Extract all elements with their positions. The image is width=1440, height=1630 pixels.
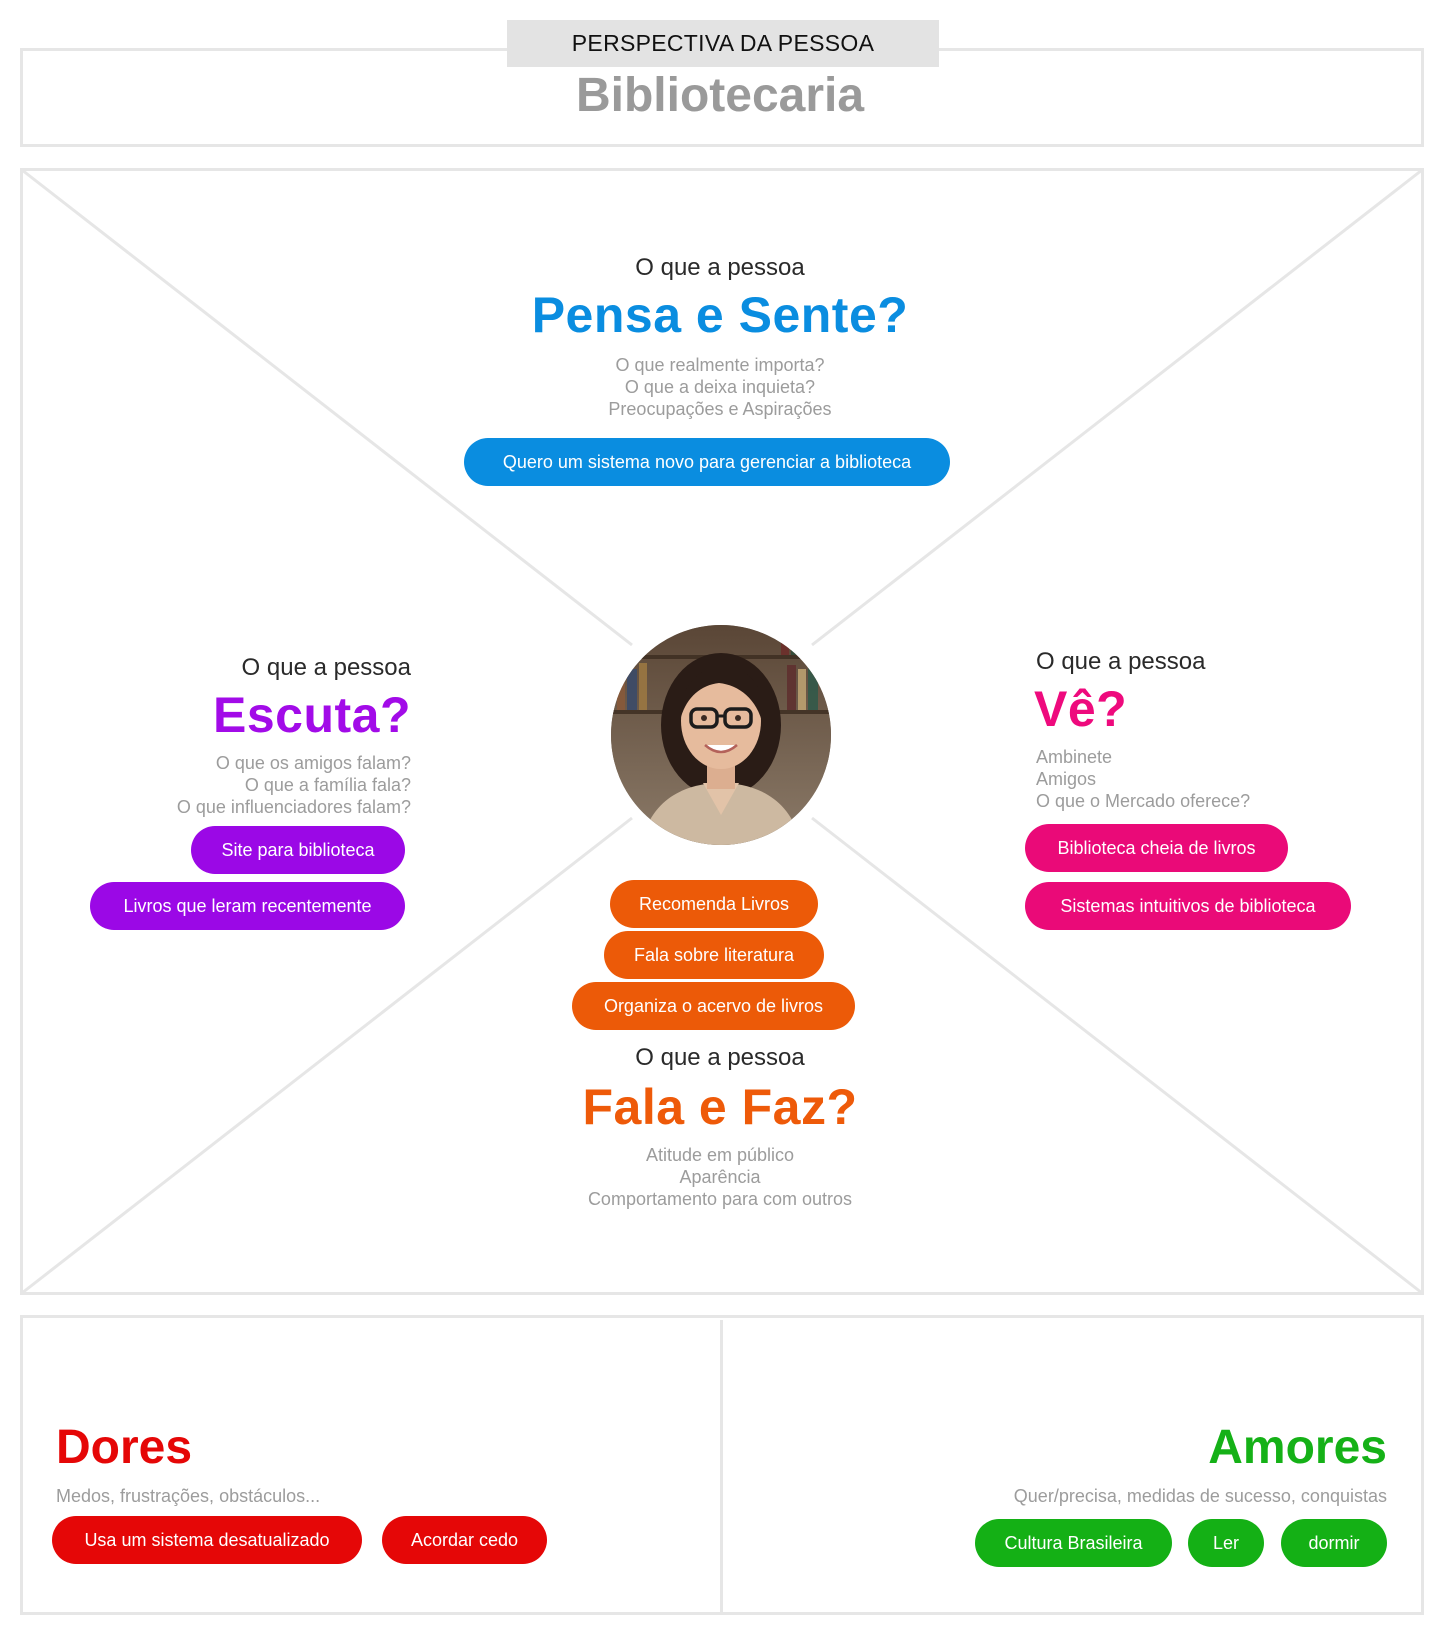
dores-note[interactable]: Usa um sistema desatualizado <box>52 1516 362 1564</box>
fala-note[interactable]: Organiza o acervo de livros <box>572 982 855 1030</box>
ve-intro: O que a pessoa <box>1036 648 1206 675</box>
amores-note[interactable]: Cultura Brasileira <box>975 1519 1172 1567</box>
escuta-hint: O que os amigos falam? <box>215 753 411 773</box>
fala-intro: O que a pessoa <box>635 1044 805 1071</box>
pensa-hint: Preocupações e Aspirações <box>608 399 832 419</box>
pensa-hint: O que a deixa inquieta? <box>624 377 816 397</box>
amores-note[interactable]: dormir <box>1281 1519 1387 1567</box>
person-photo-icon <box>611 625 831 845</box>
escuta-hint: O que a família fala? <box>244 775 411 795</box>
pains-gains-divider <box>720 1320 723 1612</box>
dores-note[interactable]: Acordar cedo <box>382 1516 547 1564</box>
persona-perspective-tag: PERSPECTIVA DA PESSOA <box>507 20 939 67</box>
pensa-hint: O que realmente importa? <box>615 355 825 375</box>
amores-subtitle: Quer/precisa, medidas de sucesso, conqui… <box>1013 1486 1387 1506</box>
person-photo-avatar <box>611 625 831 845</box>
ve-hint: Ambinete <box>1036 747 1113 767</box>
fala-hint: Comportamento para com outros <box>587 1189 853 1209</box>
dores-title: Dores <box>56 1421 193 1474</box>
pensa-intro: O que a pessoa <box>635 254 805 281</box>
fala-hint: Aparência <box>679 1167 761 1187</box>
escuta-intro: O que a pessoa <box>241 654 411 681</box>
ve-note[interactable]: Biblioteca cheia de livros <box>1025 824 1288 872</box>
escuta-note[interactable]: Site para biblioteca <box>191 826 405 874</box>
amores-title: Amores <box>1208 1421 1387 1474</box>
escuta-hint: O que influenciadores falam? <box>176 797 411 817</box>
ve-hint: O que o Mercado oferece? <box>1036 791 1251 811</box>
amores-note[interactable]: Ler <box>1188 1519 1264 1567</box>
pensa-title: Pensa e Sente? <box>531 287 909 343</box>
ve-note[interactable]: Sistemas intuitivos de biblioteca <box>1025 882 1351 930</box>
escuta-title: Escuta? <box>212 687 411 743</box>
fala-note[interactable]: Recomenda Livros <box>610 880 818 928</box>
dores-subtitle: Medos, frustrações, obstáculos... <box>56 1486 321 1506</box>
escuta-note[interactable]: Livros que leram recentemente <box>90 882 405 930</box>
pensa-note[interactable]: Quero um sistema novo para gerenciar a b… <box>464 438 950 486</box>
fala-hint: Atitude em público <box>645 1145 795 1165</box>
ve-hint: Amigos <box>1036 769 1097 789</box>
ve-title: Vê? <box>1034 681 1128 737</box>
fala-note[interactable]: Fala sobre literatura <box>604 931 824 979</box>
fala-title: Fala e Faz? <box>582 1079 858 1135</box>
persona-name: Bibliotecaria <box>575 69 865 122</box>
